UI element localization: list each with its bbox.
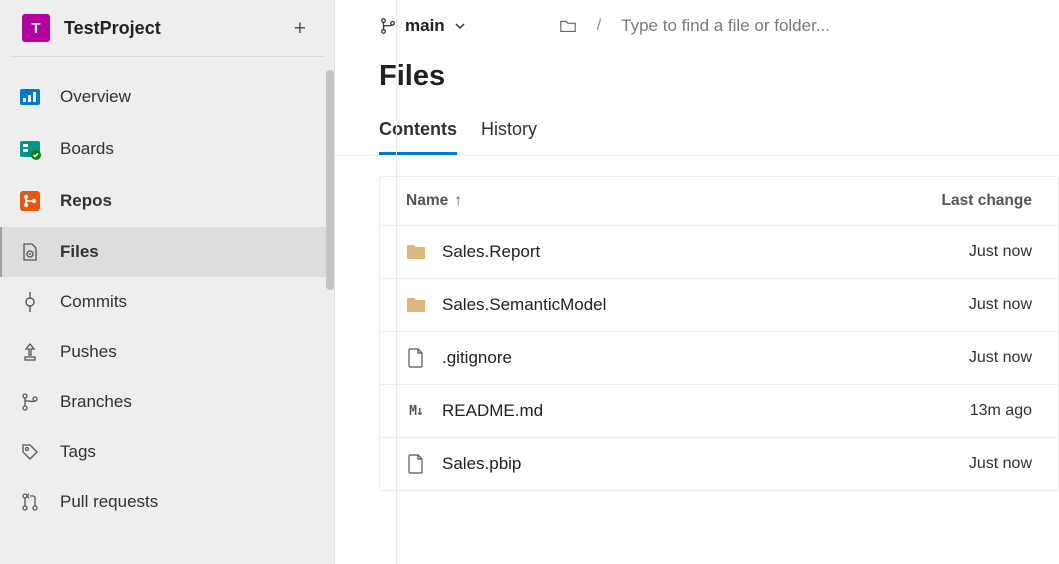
path-separator: / xyxy=(597,17,601,35)
branches-icon xyxy=(18,390,42,414)
file-table-header: Name ↑ Last change xyxy=(380,177,1058,225)
overview-icon xyxy=(18,85,42,109)
nav-pullrequests[interactable]: Pull requests xyxy=(0,477,334,527)
files-icon xyxy=(18,240,42,264)
page-title: Files xyxy=(335,46,1059,113)
file-row[interactable]: .gitignoreJust now xyxy=(380,331,1058,384)
file-lastchange: Just now xyxy=(969,296,1032,314)
branch-selector[interactable]: main xyxy=(379,16,467,36)
add-button[interactable]: + xyxy=(288,16,312,41)
project-badge: T xyxy=(22,14,50,42)
main-content: main / Files Contents History Name ↑ Las… xyxy=(335,0,1059,564)
file-name: Sales.SemanticModel xyxy=(442,295,969,315)
top-bar: main / xyxy=(335,0,1059,46)
file-row[interactable]: Sales.ReportJust now xyxy=(380,225,1058,278)
tabs: Contents History xyxy=(335,113,1059,156)
file-name: .gitignore xyxy=(442,348,969,368)
file-lastchange: Just now xyxy=(969,243,1032,261)
sidebar: T TestProject + Overview Boards Repos xyxy=(0,0,335,564)
pushes-icon xyxy=(18,340,42,364)
nav-pushes[interactable]: Pushes xyxy=(0,327,334,377)
nav-label: Pull requests xyxy=(60,492,158,512)
branch-name: main xyxy=(405,16,445,36)
project-header: T TestProject + xyxy=(10,0,324,57)
file-panel: Name ↑ Last change Sales.ReportJust nowS… xyxy=(379,176,1059,491)
nav-overview[interactable]: Overview xyxy=(0,71,334,123)
file-row[interactable]: Sales.SemanticModelJust now xyxy=(380,278,1058,331)
file-icon xyxy=(406,454,426,474)
nav-list: Overview Boards Repos Files Commits xyxy=(0,71,334,527)
column-header-name[interactable]: Name ↑ xyxy=(406,192,942,210)
markdown-icon: M↓ xyxy=(406,401,426,421)
nav-label: Branches xyxy=(60,392,132,412)
file-name: README.md xyxy=(442,401,970,421)
nav-tags[interactable]: Tags xyxy=(0,427,334,477)
folder-icon xyxy=(406,242,426,262)
file-row[interactable]: Sales.pbipJust now xyxy=(380,437,1058,490)
nav-label: Boards xyxy=(60,139,114,159)
sort-asc-icon: ↑ xyxy=(454,192,462,210)
tags-icon xyxy=(18,440,42,464)
file-lastchange: Just now xyxy=(969,455,1032,473)
nav-label: Overview xyxy=(60,87,131,107)
nav-label: Pushes xyxy=(60,342,117,362)
tab-history[interactable]: History xyxy=(481,113,537,155)
boards-icon xyxy=(18,137,42,161)
tab-contents[interactable]: Contents xyxy=(379,113,457,155)
nav-files[interactable]: Files xyxy=(0,227,334,277)
nav-branches[interactable]: Branches xyxy=(0,377,334,427)
file-icon xyxy=(406,348,426,368)
repos-icon xyxy=(18,189,42,213)
plus-icon: + xyxy=(294,17,306,40)
scrollbar-thumb[interactable] xyxy=(326,70,334,290)
nav-repos[interactable]: Repos xyxy=(0,175,334,227)
nav-label: Files xyxy=(60,242,99,262)
file-row[interactable]: M↓ README.md13m ago xyxy=(380,384,1058,437)
file-lastchange: Just now xyxy=(969,349,1032,367)
project-title[interactable]: TestProject xyxy=(64,18,288,39)
file-name: Sales.pbip xyxy=(442,454,969,474)
nav-boards[interactable]: Boards xyxy=(0,123,334,175)
folder-icon xyxy=(406,295,426,315)
divider xyxy=(396,0,397,564)
nav-commits[interactable]: Commits xyxy=(0,277,334,327)
pullrequests-icon xyxy=(18,490,42,514)
nav-label: Tags xyxy=(60,442,96,462)
nav-label: Repos xyxy=(60,191,112,211)
branch-icon xyxy=(379,17,397,35)
file-lastchange: 13m ago xyxy=(970,402,1032,420)
commits-icon xyxy=(18,290,42,314)
file-name: Sales.Report xyxy=(442,242,969,262)
folder-icon[interactable] xyxy=(559,17,577,35)
file-search-input[interactable] xyxy=(621,16,1015,36)
nav-label: Commits xyxy=(60,292,127,312)
column-header-lastchange[interactable]: Last change xyxy=(942,192,1032,210)
chevron-down-icon xyxy=(453,19,467,33)
